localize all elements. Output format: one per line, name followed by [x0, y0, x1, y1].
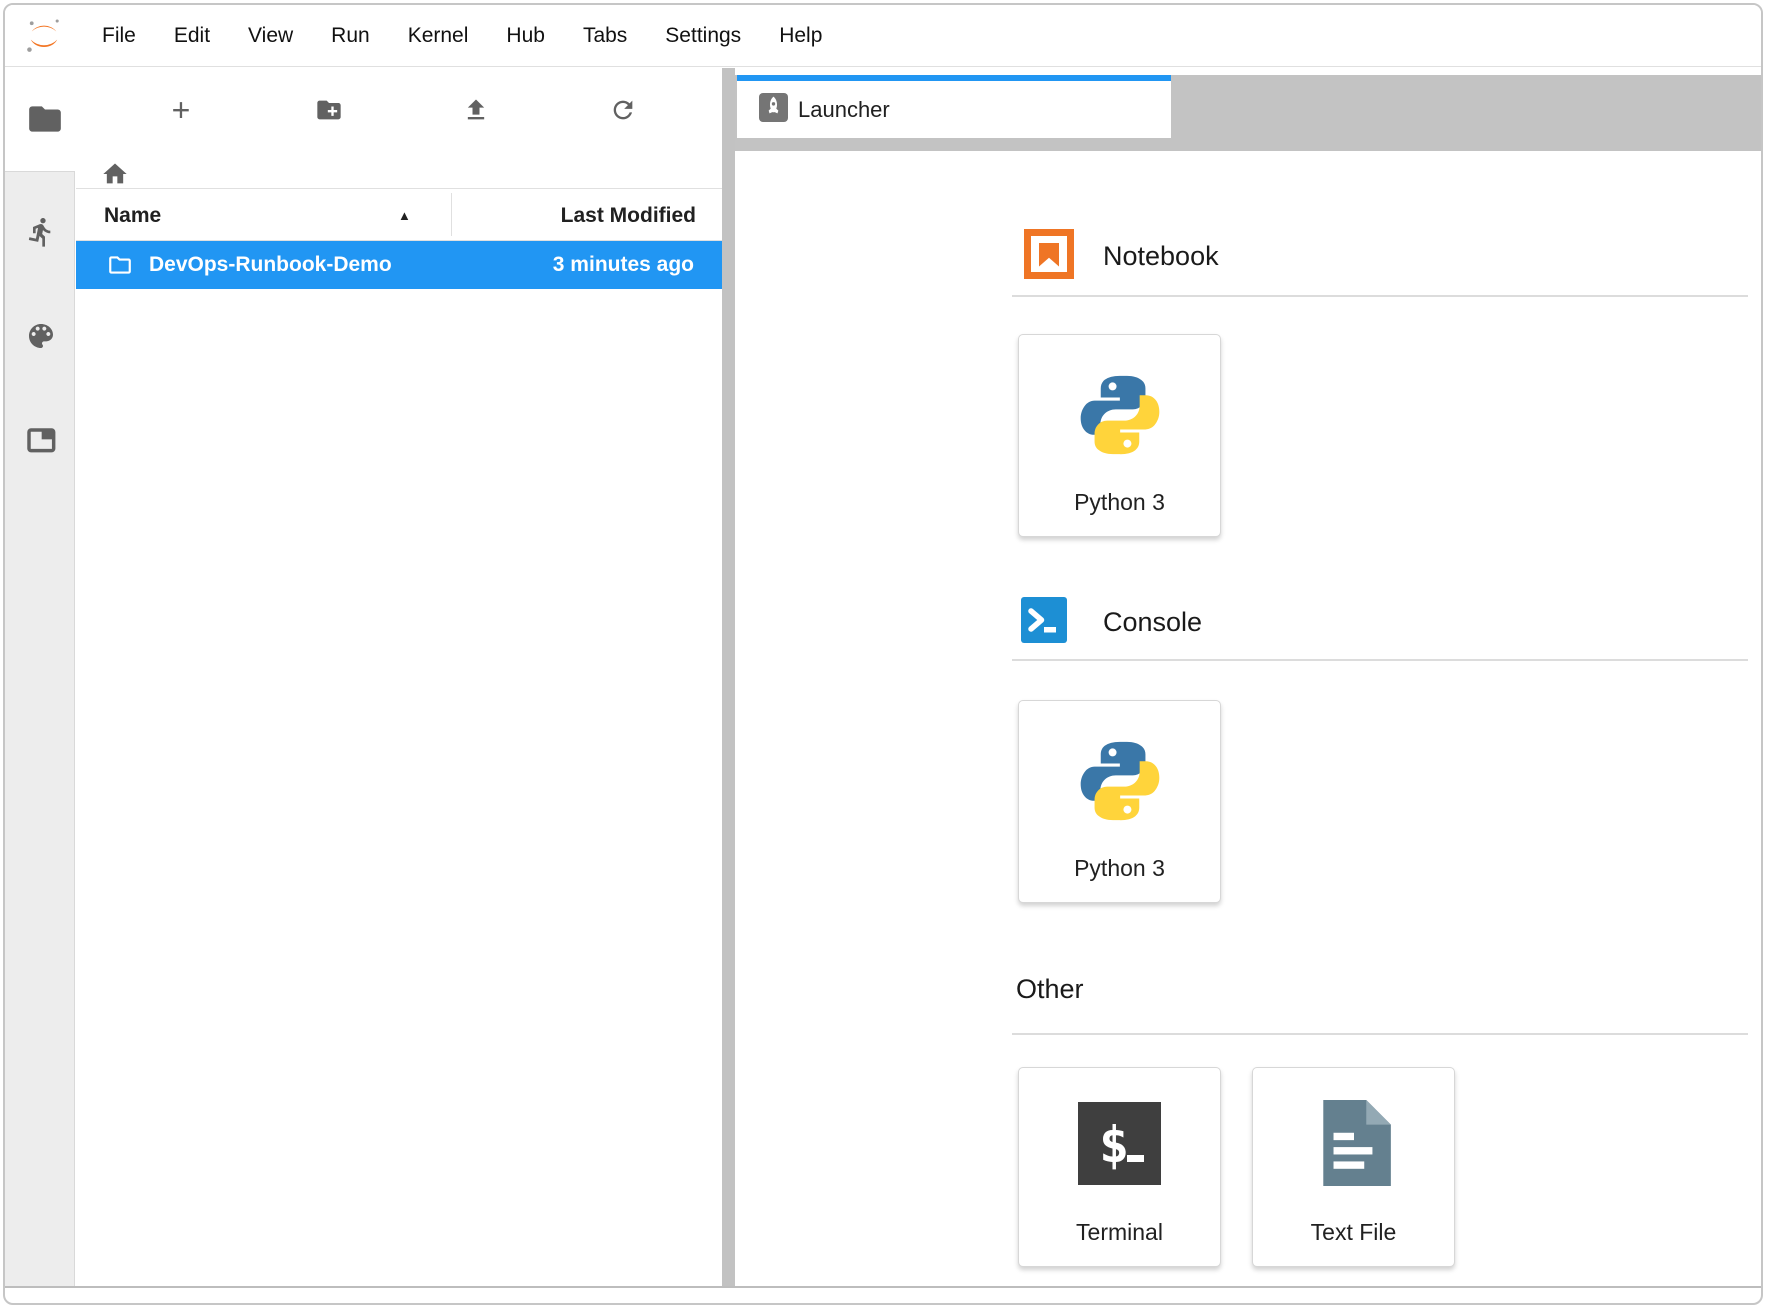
running-man-icon — [25, 216, 57, 248]
launcher-body: Notebook Python 3 — [735, 151, 1761, 1286]
section-notebook-header: Notebook — [1024, 231, 1219, 281]
launcher-card-text-file[interactable]: Text File — [1252, 1067, 1455, 1267]
panel-split-handle[interactable] — [722, 68, 735, 1286]
section-console-header: Console — [1021, 599, 1202, 645]
refresh-icon — [609, 96, 637, 124]
launcher-card-notebook-python3[interactable]: Python 3 — [1018, 334, 1221, 537]
jupyterlab-window: File Edit View Run Kernel Hub Tabs Setti… — [3, 3, 1763, 1305]
upload-button[interactable] — [459, 93, 493, 127]
menu-bar: File Edit View Run Kernel Hub Tabs Setti… — [5, 5, 1761, 67]
section-divider — [1012, 659, 1748, 661]
tab-launcher[interactable]: Launcher — [737, 75, 1171, 138]
sidebar-item-open-tabs[interactable] — [25, 424, 57, 456]
launcher-card-terminal[interactable]: $ Terminal — [1018, 1067, 1221, 1267]
card-label: Python 3 — [1019, 489, 1220, 516]
card-label: Text File — [1253, 1219, 1454, 1246]
breadcrumb-home[interactable] — [101, 160, 129, 188]
menu-settings[interactable]: Settings — [646, 24, 760, 48]
text-file-icon — [1253, 1100, 1454, 1186]
sort-ascending-icon[interactable]: ▲ — [398, 189, 411, 242]
launcher-card-console-python3[interactable]: Python 3 — [1018, 700, 1221, 903]
sidebar-item-file-browser[interactable] — [26, 100, 64, 138]
palette-icon — [25, 320, 57, 352]
folder-outline-icon — [107, 252, 133, 278]
section-divider — [1012, 295, 1748, 297]
section-divider — [1012, 1033, 1748, 1035]
upload-icon — [462, 96, 490, 124]
column-header-last-modified[interactable]: Last Modified — [561, 189, 696, 242]
card-label: Python 3 — [1019, 855, 1220, 882]
tab-bar-bottom-strip — [735, 138, 1761, 151]
python-logo-icon — [1019, 737, 1220, 825]
menu-run[interactable]: Run — [312, 24, 389, 48]
menu-kernel[interactable]: Kernel — [389, 24, 488, 48]
card-label: Terminal — [1019, 1219, 1220, 1246]
section-other-header: Other — [1016, 969, 1084, 1009]
tab-launcher-label: Launcher — [798, 81, 890, 138]
bottom-border — [5, 1286, 1761, 1288]
refresh-button[interactable] — [606, 93, 640, 127]
plus-icon: + — [172, 94, 191, 126]
file-name: DevOps-Runbook-Demo — [149, 241, 392, 289]
notebook-icon — [1024, 229, 1074, 284]
menu-view[interactable]: View — [229, 24, 312, 48]
main-dock-panel: Launcher Notebook — [735, 68, 1761, 1286]
column-header-name[interactable]: Name — [104, 189, 161, 242]
new-launcher-button[interactable]: + — [164, 93, 198, 127]
section-title: Other — [1016, 974, 1084, 1005]
sidebar-item-commands[interactable] — [25, 320, 57, 352]
sidebar-item-running-sessions[interactable] — [25, 216, 57, 248]
file-modified: 3 minutes ago — [553, 241, 694, 289]
file-browser-panel: + Name ▲ Last Modified — [76, 68, 722, 1286]
home-icon — [101, 160, 129, 188]
menu-help[interactable]: Help — [760, 24, 841, 48]
tabs-icon — [25, 424, 57, 456]
console-icon — [1021, 597, 1067, 648]
svg-text:$: $ — [1099, 1116, 1129, 1174]
jupyter-logo-icon — [24, 15, 64, 57]
left-dock — [5, 171, 75, 1286]
menu-tabs[interactable]: Tabs — [564, 24, 646, 48]
terminal-icon: $ — [1019, 1102, 1220, 1185]
tab-bar: Launcher — [735, 75, 1761, 138]
menu-items: File Edit View Run Kernel Hub Tabs Setti… — [83, 5, 841, 67]
menu-edit[interactable]: Edit — [155, 24, 229, 48]
rocket-icon — [759, 93, 788, 122]
section-title: Console — [1103, 607, 1202, 638]
column-separator — [451, 193, 452, 236]
menu-file[interactable]: File — [83, 24, 155, 48]
folder-icon — [29, 106, 61, 131]
new-folder-icon — [315, 96, 343, 124]
menu-hub[interactable]: Hub — [487, 24, 564, 48]
file-list-header: Name ▲ Last Modified — [76, 188, 722, 241]
python-logo-icon — [1019, 371, 1220, 459]
new-folder-button[interactable] — [312, 93, 346, 127]
file-row-selected[interactable]: DevOps-Runbook-Demo 3 minutes ago — [76, 241, 722, 289]
screenshot-root: File Edit View Run Kernel Hub Tabs Setti… — [0, 0, 1766, 1308]
section-title: Notebook — [1103, 241, 1219, 272]
